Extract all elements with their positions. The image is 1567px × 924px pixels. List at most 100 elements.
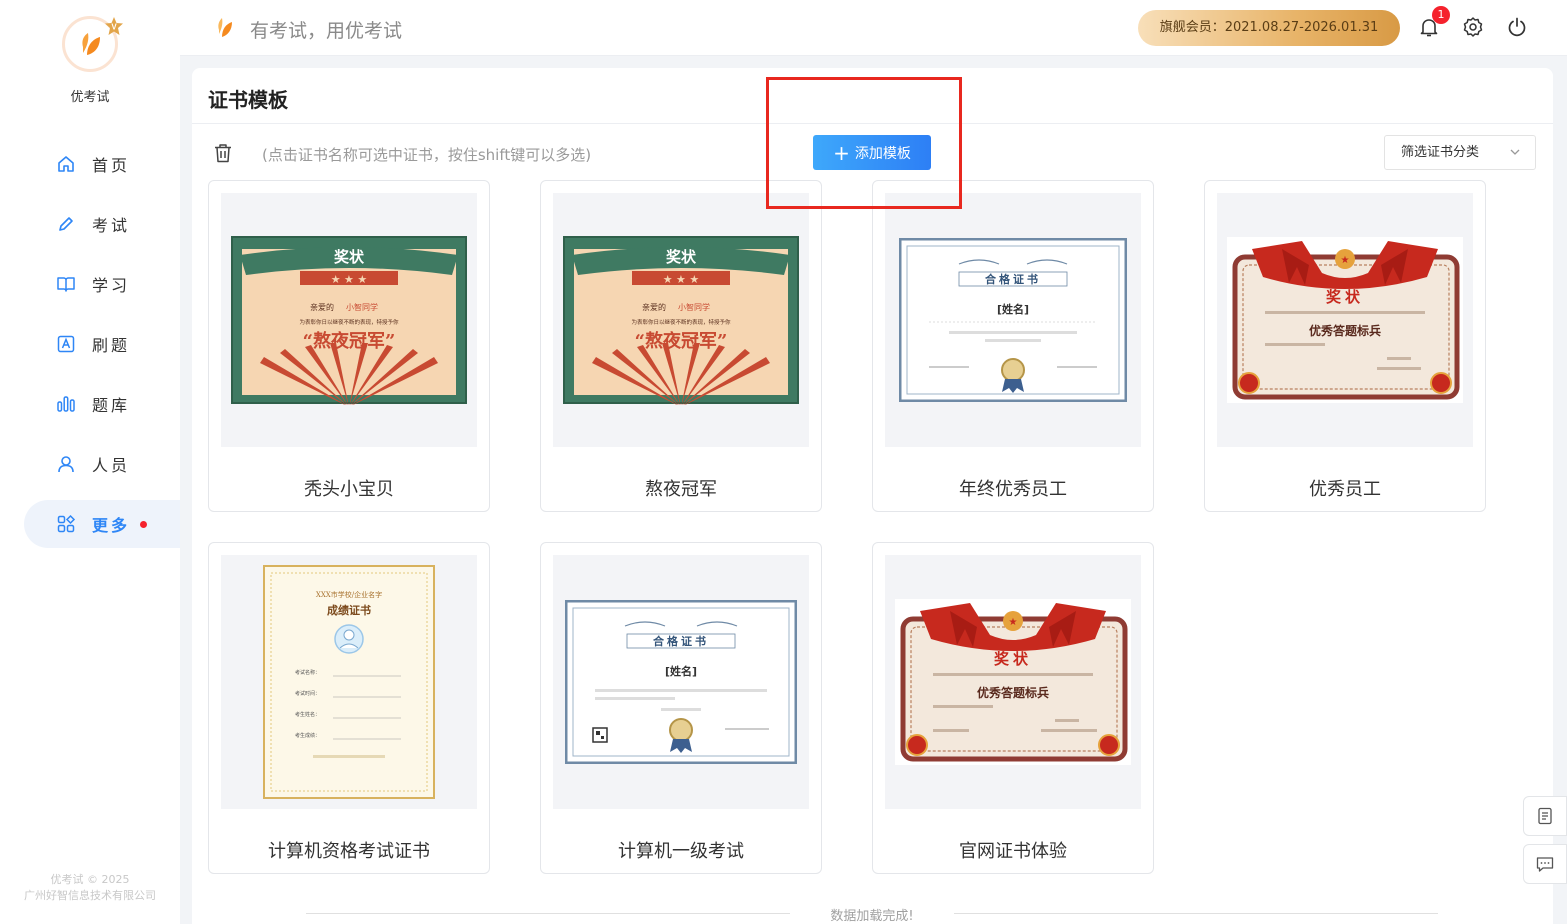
template-thumbnail: 合格证书 [姓名] <box>553 555 809 809</box>
trash-icon[interactable] <box>212 142 234 164</box>
certificate-field-label: 考生姓名： <box>295 711 320 718</box>
template-card[interactable]: 合格证书 [姓名] 年终优秀员工 <box>872 180 1154 512</box>
red-ribbon-certificate-image: ★ 奖状 优秀答题标兵 <box>1227 237 1463 403</box>
template-thumbnail: ★ 奖状 优秀答题标兵 <box>885 555 1141 809</box>
template-name[interactable]: 熬夜冠军 <box>541 475 821 501</box>
certificate-honor: “熬夜冠军” <box>303 330 396 352</box>
template-thumbnail: ★ 奖状 优秀答题标兵 <box>1217 193 1473 447</box>
template-card[interactable]: 合格证书 [姓名] 计算机一级考试 <box>540 542 822 874</box>
sidebar-item-label: 考试 <box>92 216 131 235</box>
red-ribbon-certificate-image: ★ 奖状 优秀答题标兵 <box>895 599 1131 765</box>
certificate-heading: 奖状 <box>1326 288 1364 306</box>
sidebar-item-exam[interactable]: 考试 <box>0 200 180 248</box>
template-card[interactable]: 奖状 ★ ★ ★ 亲爱的 小智同学 为表彰你日以继夜不断的表现，特授予你 “熬夜… <box>208 180 490 512</box>
document-icon <box>1538 807 1552 825</box>
vip-badge-icon: V <box>105 17 123 35</box>
template-name[interactable]: 计算机一级考试 <box>541 837 821 863</box>
certificate-recipient: 小智同学 <box>678 302 710 312</box>
sidebar-item-people[interactable]: 人员 <box>0 440 180 488</box>
svg-text:★ ★ ★: ★ ★ ★ <box>663 273 700 286</box>
gear-icon[interactable] <box>1462 16 1484 38</box>
gold-portrait-certificate-image: XXX市学校/企业名字 成绩证书 考试名称： 考试时间： 考生姓名： 考生成绩： <box>263 565 435 799</box>
notes-float-button[interactable] <box>1523 796 1567 836</box>
highlight-annotation-box <box>766 77 962 209</box>
sidebar-item-study[interactable]: 学习 <box>0 260 180 308</box>
letter-a-icon <box>57 335 75 353</box>
certificate-greeting: 亲爱的 <box>642 302 666 312</box>
new-indicator-dot <box>140 520 148 528</box>
notification-badge: 1 <box>1432 6 1450 24</box>
copyright-line: 优考试 © 2025 <box>50 873 130 886</box>
certificate-heading: 奖状 <box>666 248 697 266</box>
sidebar-item-label: 人员 <box>92 456 131 475</box>
apps-icon <box>57 514 76 533</box>
user-icon <box>58 456 74 473</box>
template-card[interactable]: 奖状 ★ ★ ★ 亲爱的 小智同学 为表彰你日以继夜不断的表现，特授予你 “熬夜… <box>540 180 822 512</box>
template-card[interactable]: XXX市学校/企业名字 成绩证书 考试名称： 考试时间： 考生姓名： 考生成绩：… <box>208 542 490 874</box>
certificate-honor: 优秀答题标兵 <box>977 685 1049 700</box>
sidebar: V 优考试 首页 考试 学习 刷题 题库 人员 更多 优考试 © 2025 广州… <box>0 0 180 924</box>
sidebar-item-label: 刷题 <box>92 336 131 355</box>
certificate-greeting: 亲爱的 <box>310 302 334 312</box>
template-thumbnail: 合格证书 [姓名] <box>885 193 1141 447</box>
load-complete-text: 数据加载完成! <box>830 909 914 924</box>
template-name[interactable]: 年终优秀员工 <box>873 475 1153 501</box>
divider <box>306 913 790 914</box>
retro-award-certificate-image: 奖状 ★ ★ ★ 亲爱的 小智同学 为表彰你日以继夜不断的表现，特授予你 “熬夜… <box>231 236 467 405</box>
svg-text:★ ★ ★: ★ ★ ★ <box>331 273 368 286</box>
pencil-icon <box>59 217 73 231</box>
membership-badge[interactable]: 旗舰会员：2021.08.27-2026.01.31 <box>1138 10 1400 46</box>
blue-frame-certificate-image: 合格证书 [姓名] <box>899 238 1127 402</box>
template-name[interactable]: 官网证书体验 <box>873 837 1153 863</box>
certificate-name-placeholder: [姓名] <box>997 302 1029 316</box>
certificate-name-placeholder: [姓名] <box>665 664 697 678</box>
divider <box>954 913 1438 914</box>
sidebar-item-label: 更多 <box>92 516 131 535</box>
chart-bars-icon <box>57 396 75 412</box>
svg-text:★: ★ <box>1341 255 1350 266</box>
certificate-field-label: 考试名称： <box>295 669 320 676</box>
app-slogan: 有考试，用优考试 <box>250 20 403 42</box>
chat-float-button[interactable] <box>1523 844 1567 884</box>
sidebar-item-home[interactable]: 首页 <box>0 140 180 188</box>
certificate-recipient: 小智同学 <box>346 302 378 312</box>
svg-text:V: V <box>111 23 117 32</box>
certificate-field-label: 考生成绩： <box>295 732 320 739</box>
selection-hint: (点击证书名称可选中证书，按住shift键可以多选) <box>262 146 592 164</box>
template-thumbnail: XXX市学校/企业名字 成绩证书 考试名称： 考试时间： 考生姓名： 考生成绩： <box>221 555 477 809</box>
certificate-heading: 合格证书 <box>985 272 1041 286</box>
certificate-body: 为表彰你日以继夜不断的表现，特授予你 <box>299 318 399 326</box>
app-name: 优考试 <box>70 90 110 105</box>
certificate-honor: 优秀答题标兵 <box>1309 323 1381 338</box>
template-name[interactable]: 计算机资格考试证书 <box>209 837 489 863</box>
certificate-body: 为表彰你日以继夜不断的表现，特授予你 <box>631 318 731 326</box>
certificate-honor: “熬夜冠军” <box>635 330 728 352</box>
certificate-heading: 奖状 <box>994 650 1032 668</box>
retro-award-certificate-image: 奖状 ★ ★ ★ 亲爱的 小智同学 为表彰你日以继夜不断的表现，特授予你 “熬夜… <box>563 236 799 405</box>
power-icon[interactable] <box>1506 16 1528 38</box>
template-card[interactable]: ★ 奖状 优秀答题标兵 官网证书体验 <box>872 542 1154 874</box>
category-filter-select[interactable]: 筛选证书分类 <box>1384 135 1536 170</box>
sidebar-item-practice[interactable]: 刷题 <box>0 320 180 368</box>
book-icon <box>57 277 75 292</box>
template-name[interactable]: 优秀员工 <box>1205 475 1485 501</box>
chevron-down-icon <box>1510 149 1520 155</box>
home-icon <box>58 156 74 172</box>
certificate-field-label: 考试时间： <box>295 690 320 697</box>
blue-frame-certificate-image: 合格证书 [姓名] <box>565 600 797 764</box>
template-name[interactable]: 秃头小宝贝 <box>209 475 489 501</box>
sidebar-item-more[interactable]: 更多 <box>24 500 180 548</box>
top-header: 有考试，用优考试 旗舰会员：2021.08.27-2026.01.31 1 <box>180 0 1567 56</box>
template-thumbnail: 奖状 ★ ★ ★ 亲爱的 小智同学 为表彰你日以继夜不断的表现，特授予你 “熬夜… <box>553 193 809 447</box>
certificate-heading: 成绩证书 <box>327 603 371 617</box>
copyright: 优考试 © 2025 广州好智信息技术有限公司 <box>0 872 180 904</box>
leaf-logo-icon <box>82 33 100 55</box>
sidebar-item-label: 题库 <box>92 396 131 415</box>
filter-placeholder: 筛选证书分类 <box>1401 145 1480 160</box>
certificate-heading: 合格证书 <box>653 634 709 648</box>
template-card[interactable]: ★ 奖状 优秀答题标兵 优秀员工 <box>1204 180 1486 512</box>
page-title: 证书模板 <box>208 88 288 112</box>
leaf-logo-icon <box>218 18 232 37</box>
certificate-org: XXX市学校/企业名字 <box>316 590 382 599</box>
sidebar-item-question-bank[interactable]: 题库 <box>0 380 180 428</box>
